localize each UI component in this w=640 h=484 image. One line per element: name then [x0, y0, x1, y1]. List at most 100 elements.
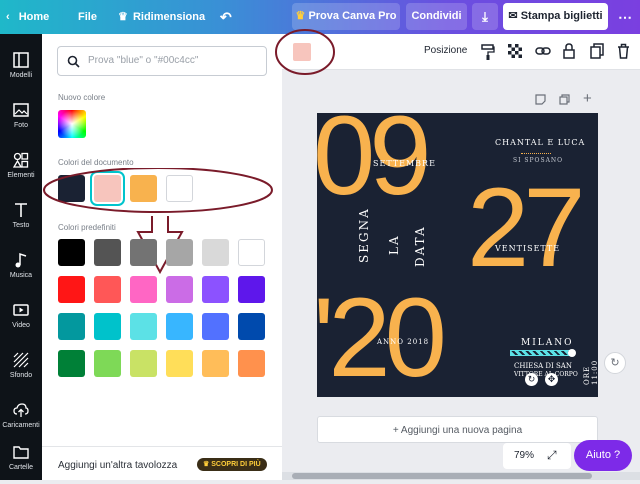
preset-color-swatch[interactable]	[58, 350, 85, 377]
transparency-icon[interactable]	[508, 44, 522, 58]
position-button[interactable]: Posizione	[424, 45, 467, 56]
fullscreen-icon[interactable]: ⤢	[547, 448, 557, 463]
undo-icon[interactable]: ↶	[220, 0, 232, 34]
resize-button[interactable]: ♛ Ridimensiona	[118, 0, 205, 34]
add-new-page-button[interactable]: + Aggiungi una nuova pagina	[317, 416, 598, 443]
preset-colors-label: Colori predefiniti	[58, 223, 116, 232]
scrollbar-thumb[interactable]	[292, 473, 592, 479]
search-icon	[67, 55, 80, 68]
preset-color-swatch[interactable]	[130, 276, 157, 303]
chevron-left-icon: ‹	[6, 11, 10, 23]
preset-color-swatch[interactable]	[238, 239, 265, 266]
preset-color-swatch[interactable]	[166, 239, 193, 266]
design-data[interactable]: DATA	[413, 225, 427, 267]
file-menu[interactable]: File	[78, 0, 97, 34]
design-ventisette[interactable]: VENTISETTE	[495, 244, 560, 253]
share-button[interactable]: Condividi	[406, 3, 467, 30]
color-search-input[interactable]: Prova "blue" o "#00c4cc"	[57, 46, 267, 76]
sidebar-item-templates[interactable]: Modelli	[0, 42, 42, 92]
preset-color-swatch[interactable]	[238, 313, 265, 340]
crown-icon: ♛	[118, 11, 128, 23]
folder-icon	[13, 446, 29, 459]
preset-color-swatch[interactable]	[202, 276, 229, 303]
preset-color-swatch[interactable]	[202, 239, 229, 266]
trash-icon[interactable]	[617, 43, 630, 59]
design-settembre[interactable]: SETTEMBRE	[373, 159, 436, 168]
zoom-value: 79%	[514, 450, 535, 461]
rotate-icon[interactable]: ↻	[525, 373, 538, 386]
design-selected-element[interactable]	[510, 350, 572, 356]
preset-color-swatch[interactable]	[94, 313, 121, 340]
design-segna[interactable]: SEGNA	[357, 207, 371, 263]
preset-color-swatch[interactable]	[130, 350, 157, 377]
lock-icon[interactable]	[563, 43, 575, 59]
sidebar-item-video[interactable]: Video	[0, 292, 42, 342]
document-colors-label: Colori del documento	[58, 158, 134, 167]
more-icon[interactable]: ⋯	[618, 0, 632, 34]
sidebar-item-text[interactable]: Testo	[0, 192, 42, 242]
design-si-sposano[interactable]: SI SPOSANO	[513, 157, 563, 164]
resize-handle[interactable]	[568, 349, 576, 357]
crown-icon: ♛	[295, 10, 306, 22]
text-icon	[15, 203, 27, 217]
background-icon	[13, 352, 29, 368]
horizontal-scrollbar[interactable]	[282, 472, 640, 480]
preset-color-swatch[interactable]	[166, 313, 193, 340]
preset-color-swatch[interactable]	[58, 276, 85, 303]
link-icon[interactable]	[535, 45, 551, 57]
note-icon[interactable]	[535, 94, 546, 105]
add-palette-bar: Aggiungi un'altra tavolozza ♛ SCOPRI DI …	[42, 446, 282, 480]
preset-color-swatch[interactable]	[130, 313, 157, 340]
crown-icon: ♛	[203, 461, 210, 468]
design-number-20[interactable]: '20	[317, 273, 447, 397]
print-cards-button[interactable]: ✉ Stampa biglietti	[503, 3, 608, 30]
envelope-icon: ✉	[508, 10, 518, 22]
design-chiesa[interactable]: CHIESA DI SAN	[514, 362, 572, 370]
preset-color-swatch[interactable]	[130, 239, 157, 266]
sidebar-item-folders[interactable]: Cartelle	[0, 434, 42, 484]
upload-icon	[13, 403, 29, 417]
sidebar-item-background[interactable]: Sfondo	[0, 342, 42, 392]
sidebar-item-elements[interactable]: Elementi	[0, 142, 42, 192]
home-button[interactable]: ‹ Home	[6, 0, 49, 34]
add-page-icon[interactable]: +	[583, 90, 592, 107]
preset-color-swatch[interactable]	[94, 276, 121, 303]
preset-color-swatch[interactable]	[238, 350, 265, 377]
design-dotted-divider	[521, 153, 551, 154]
annotation-ellipse	[275, 29, 335, 75]
zoom-control[interactable]: 79% ⤢	[503, 443, 571, 469]
duplicate-icon[interactable]	[590, 43, 604, 59]
preset-color-swatch[interactable]	[94, 350, 121, 377]
preset-color-swatch[interactable]	[58, 239, 85, 266]
wedding-card-design[interactable]: 09 27 '20 SETTEMBRE CHANTAL E LUCA SI SP…	[317, 113, 598, 397]
design-anno[interactable]: ANNO 2018	[377, 338, 429, 346]
refresh-icon[interactable]: ↻	[604, 352, 626, 374]
preset-color-swatch[interactable]	[202, 313, 229, 340]
paint-roller-icon[interactable]	[481, 44, 495, 60]
preset-color-swatch[interactable]	[202, 350, 229, 377]
add-palette-link[interactable]: Aggiungi un'altra tavolozza	[58, 460, 177, 471]
design-number-27[interactable]: 27	[467, 163, 586, 292]
sidebar-item-music[interactable]: Musica	[0, 242, 42, 292]
design-la[interactable]: LA	[387, 234, 401, 255]
sidebar-item-photos[interactable]: Foto	[0, 92, 42, 142]
new-color-picker-swatch[interactable]	[58, 110, 86, 138]
design-milano[interactable]: MILANO	[521, 338, 574, 348]
discover-pro-badge[interactable]: ♛ SCOPRI DI PIÙ	[197, 458, 267, 471]
preset-color-swatch[interactable]	[166, 350, 193, 377]
move-icon[interactable]: ✥	[545, 373, 558, 386]
video-icon	[13, 304, 29, 316]
color-panel: Prova "blue" o "#00c4cc" Nuovo colore Co…	[42, 34, 282, 480]
download-icon[interactable]: ⤓	[472, 3, 498, 30]
duplicate-page-icon[interactable]	[559, 94, 570, 105]
design-ore[interactable]: ORE 11:00	[583, 360, 598, 385]
templates-icon	[13, 52, 29, 68]
try-pro-button[interactable]: ♛ Prova Canva Pro	[292, 3, 400, 30]
annotation-ellipse	[43, 168, 273, 213]
preset-color-swatch[interactable]	[94, 239, 121, 266]
preset-color-swatch[interactable]	[58, 313, 85, 340]
help-button[interactable]: Aiuto ?	[574, 440, 632, 471]
preset-color-swatch[interactable]	[166, 276, 193, 303]
preset-color-swatch[interactable]	[238, 276, 265, 303]
design-names[interactable]: CHANTAL E LUCA	[495, 138, 585, 147]
